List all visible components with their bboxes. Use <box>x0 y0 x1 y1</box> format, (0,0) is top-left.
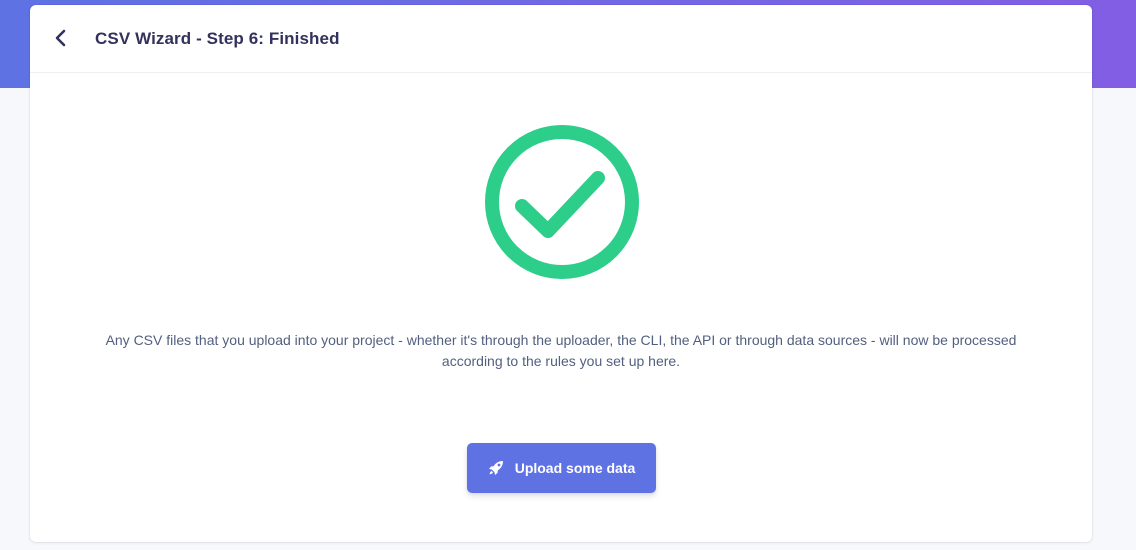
upload-data-button[interactable]: Upload some data <box>467 443 656 493</box>
completion-message: Any CSV files that you upload into your … <box>70 330 1052 372</box>
back-button[interactable] <box>48 25 74 51</box>
upload-data-label: Upload some data <box>514 460 636 476</box>
completion-message-line-2: according to the rules you set up here. <box>441 353 681 369</box>
rocket-icon <box>488 460 504 476</box>
card-header: CSV Wizard - Step 6: Finished <box>30 5 1092 73</box>
page-title: CSV Wizard - Step 6: Finished <box>95 29 340 48</box>
chevron-left-icon <box>54 29 68 47</box>
check-circle-icon <box>482 122 642 282</box>
completion-message-line-1: Any CSV files that you upload into your … <box>105 332 1017 348</box>
wizard-card: CSV Wizard - Step 6: Finished Any CSV fi… <box>30 5 1092 542</box>
